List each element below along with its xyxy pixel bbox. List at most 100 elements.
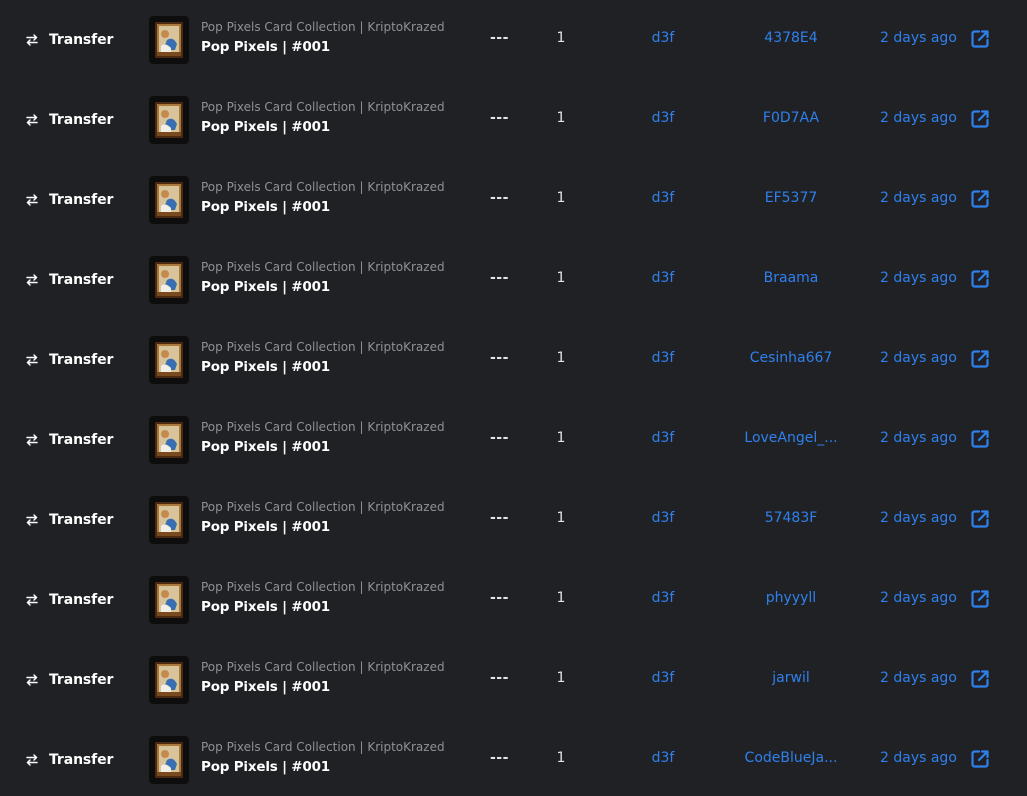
event-cell[interactable]: Transfer [24,190,113,210]
nft-thumbnail[interactable] [149,416,189,464]
item-name-link[interactable]: Pop Pixels | #001 [201,679,330,695]
event-cell[interactable]: Transfer [24,270,113,290]
external-link-icon[interactable] [969,748,991,770]
external-link-icon[interactable] [969,668,991,690]
timestamp-link[interactable]: 2 days ago [880,510,957,526]
to-address-link[interactable]: CodeBlueJa... [736,750,846,766]
timestamp-link[interactable]: 2 days ago [880,30,957,46]
to-address-link[interactable]: F0D7AA [736,110,846,126]
nft-thumbnail[interactable] [149,656,189,704]
item-name-link[interactable]: Pop Pixels | #001 [201,359,330,375]
to-address-link[interactable]: 4378E4 [736,30,846,46]
transfer-arrows-icon [24,112,40,128]
to-address-link[interactable]: EF5377 [736,190,846,206]
collection-link[interactable]: Pop Pixels Card Collection | KriptoKraze… [201,580,445,594]
external-link-icon[interactable] [969,428,991,450]
timestamp-link[interactable]: 2 days ago [880,430,957,446]
table-row: Transfer Pop Pixels Card Collection | Kr… [0,80,1027,160]
external-link-icon[interactable] [969,188,991,210]
item-name-link[interactable]: Pop Pixels | #001 [201,39,330,55]
external-link-icon[interactable] [969,28,991,50]
from-address-link[interactable]: d3f [640,590,686,606]
timestamp-link[interactable]: 2 days ago [880,190,957,206]
transfer-arrows-icon [24,32,40,48]
external-link-icon[interactable] [969,348,991,370]
item-name-link[interactable]: Pop Pixels | #001 [201,119,330,135]
external-link-icon[interactable] [969,268,991,290]
event-cell[interactable]: Transfer [24,30,113,50]
nft-thumbnail[interactable] [149,96,189,144]
collection-link[interactable]: Pop Pixels Card Collection | KriptoKraze… [201,500,445,514]
item-name-link[interactable]: Pop Pixels | #001 [201,759,330,775]
timestamp-link[interactable]: 2 days ago [880,750,957,766]
collection-link[interactable]: Pop Pixels Card Collection | KriptoKraze… [201,100,445,114]
event-cell[interactable]: Transfer [24,590,113,610]
from-address-link[interactable]: d3f [640,510,686,526]
nft-thumbnail[interactable] [149,736,189,784]
to-address-link[interactable]: Braama [736,270,846,286]
from-address-link[interactable]: d3f [640,110,686,126]
event-label: Transfer [49,272,114,288]
timestamp-link[interactable]: 2 days ago [880,670,957,686]
timestamp-link[interactable]: 2 days ago [880,110,957,126]
collection-link[interactable]: Pop Pixels Card Collection | KriptoKraze… [201,420,445,434]
transfer-arrows-icon [24,672,40,688]
collection-link[interactable]: Pop Pixels Card Collection | KriptoKraze… [201,180,445,194]
to-address-link[interactable]: phyyyll [736,590,846,606]
price-value: --- [490,350,509,366]
price-value: --- [490,110,509,126]
item-name-link[interactable]: Pop Pixels | #001 [201,599,330,615]
price-value: --- [490,270,509,286]
from-address-link[interactable]: d3f [640,430,686,446]
collection-link[interactable]: Pop Pixels Card Collection | KriptoKraze… [201,20,445,34]
table-row: Transfer Pop Pixels Card Collection | Kr… [0,400,1027,480]
external-link-icon[interactable] [969,508,991,530]
event-cell[interactable]: Transfer [24,110,113,130]
item-name-link[interactable]: Pop Pixels | #001 [201,279,330,295]
quantity-value: 1 [556,30,566,46]
collection-link[interactable]: Pop Pixels Card Collection | KriptoKraze… [201,740,445,754]
item-name-link[interactable]: Pop Pixels | #001 [201,199,330,215]
collection-link[interactable]: Pop Pixels Card Collection | KriptoKraze… [201,260,445,274]
collection-link[interactable]: Pop Pixels Card Collection | KriptoKraze… [201,340,445,354]
to-address-link[interactable]: 57483F [736,510,846,526]
item-name-link[interactable]: Pop Pixels | #001 [201,519,330,535]
quantity-value: 1 [556,510,566,526]
transfer-arrows-icon [24,192,40,208]
event-cell[interactable]: Transfer [24,430,113,450]
collection-link[interactable]: Pop Pixels Card Collection | KriptoKraze… [201,660,445,674]
external-link-icon[interactable] [969,108,991,130]
nft-thumbnail[interactable] [149,496,189,544]
quantity-value: 1 [556,110,566,126]
from-address-link[interactable]: d3f [640,350,686,366]
nft-thumbnail[interactable] [149,176,189,224]
nft-thumbnail[interactable] [149,256,189,304]
table-row: Transfer Pop Pixels Card Collection | Kr… [0,0,1027,80]
from-address-link[interactable]: d3f [640,30,686,46]
to-address-link[interactable]: Cesinha667 [736,350,846,366]
timestamp-link[interactable]: 2 days ago [880,270,957,286]
nft-thumbnail[interactable] [149,576,189,624]
event-cell[interactable]: Transfer [24,510,113,530]
nft-thumbnail[interactable] [149,16,189,64]
timestamp-link[interactable]: 2 days ago [880,350,957,366]
nft-thumbnail[interactable] [149,336,189,384]
transfer-arrows-icon [24,752,40,768]
from-address-link[interactable]: d3f [640,190,686,206]
to-address-link[interactable]: jarwil [736,670,846,686]
item-name-link[interactable]: Pop Pixels | #001 [201,439,330,455]
from-address-link[interactable]: d3f [640,670,686,686]
table-row: Transfer Pop Pixels Card Collection | Kr… [0,320,1027,400]
to-address-link[interactable]: LoveAngel_... [736,430,846,446]
timestamp-link[interactable]: 2 days ago [880,590,957,606]
event-cell[interactable]: Transfer [24,670,113,690]
event-cell[interactable]: Transfer [24,350,113,370]
event-label: Transfer [49,752,114,768]
external-link-icon[interactable] [969,588,991,610]
from-address-link[interactable]: d3f [640,270,686,286]
from-address-link[interactable]: d3f [640,750,686,766]
event-label: Transfer [49,512,114,528]
event-label: Transfer [49,672,114,688]
event-cell[interactable]: Transfer [24,750,113,770]
quantity-value: 1 [556,670,566,686]
